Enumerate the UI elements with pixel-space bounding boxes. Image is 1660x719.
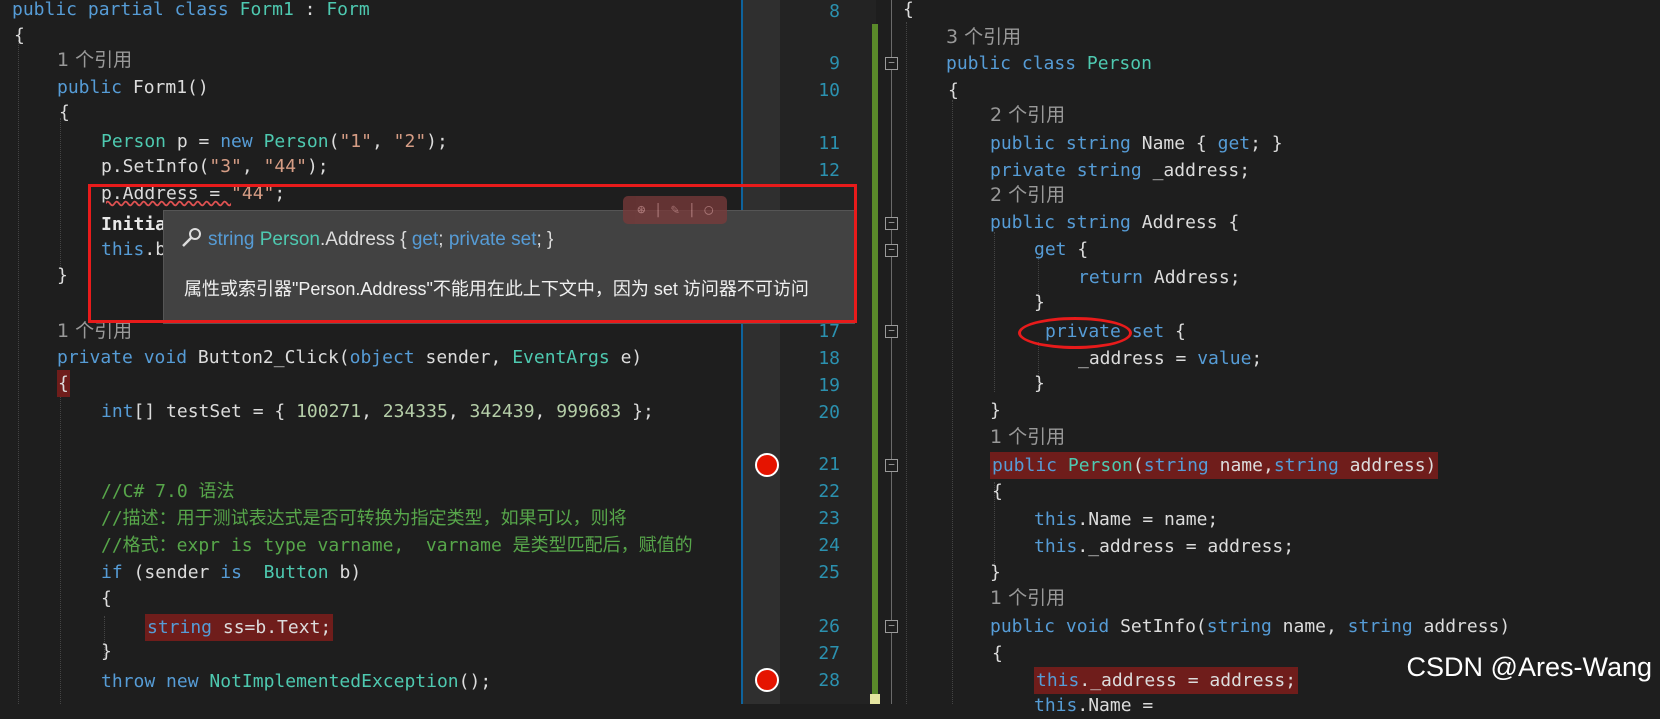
breakpoint-icon[interactable] [755, 668, 779, 692]
brace: { [14, 25, 25, 46]
indent-guide [952, 100, 953, 704]
collapse-icon[interactable]: − [885, 325, 898, 338]
watermark: CSDN @Ares-Wang [1406, 652, 1652, 682]
collapse-icon[interactable]: − [885, 620, 898, 633]
annotation-rectangle [88, 184, 857, 323]
brace: { [59, 102, 70, 123]
button-click-declaration: private void Button2_Click(object sender… [57, 347, 643, 368]
code-line-get: get { [1034, 239, 1089, 260]
outline-line [891, 0, 892, 704]
annotation-ellipse [1018, 317, 1132, 349]
line-number: 28 [818, 670, 840, 691]
brace: { [992, 481, 1003, 502]
code-line-return: return Address; [1078, 267, 1241, 288]
line-number: 18 [818, 348, 840, 369]
code-line-setinfo-decl: public void SetInfo(string name, string … [990, 616, 1511, 637]
reference-count-link[interactable]: 2 个引用 [990, 182, 1065, 209]
code-line-this-name: this.Name = name; [1034, 509, 1219, 530]
line-number: 9 [829, 53, 840, 74]
code-line-assign-value: _address = value; [1078, 348, 1263, 369]
brace: } [990, 400, 1001, 421]
code-line-setinfo: p.SetInfo("3", "44"); [101, 156, 329, 177]
reference-count-link[interactable]: 1 个引用 [990, 424, 1065, 451]
comment-line: //描述：用于测试表达式是否可转换为指定类型，如果可以，则将 [101, 508, 627, 529]
change-tracking-bar [872, 24, 878, 694]
code-line-name-prop: public string Name { get; } [990, 133, 1283, 154]
indent-guide [60, 118, 61, 268]
reference-count-link[interactable]: 3 个引用 [946, 24, 1021, 51]
line-number: 23 [818, 508, 840, 529]
brace: } [1034, 373, 1045, 394]
code-line-address-prop: public string Address { [990, 212, 1240, 233]
line-number: 21 [818, 454, 840, 475]
comment-line: //格式：expr is type varname, varname 是类型匹配… [101, 535, 693, 556]
line-number: 22 [818, 481, 840, 502]
line-number: 12 [818, 160, 840, 181]
collapse-icon[interactable]: − [885, 459, 898, 472]
line-number: 10 [818, 80, 840, 101]
line-number: 19 [818, 375, 840, 396]
line-number: 8 [829, 1, 840, 22]
class-declaration: public partial class Form1 : Form [12, 0, 370, 20]
brace: { [948, 80, 959, 101]
change-marker [870, 694, 880, 704]
indent-guide [906, 22, 907, 704]
line-number: 26 [818, 616, 840, 637]
line-number: 25 [818, 562, 840, 583]
code-line-ctor-breakpoint: public Person(string name,string address… [990, 452, 1439, 479]
brace: { [101, 588, 112, 609]
reference-count-link[interactable]: 1 个引用 [57, 47, 132, 74]
code-line-throw: throw new NotImplementedException(); [101, 671, 492, 692]
code-line-if: if (sender is Button b) [101, 562, 362, 583]
code-line-breakpoint-highlight: string ss=b.Text; [145, 614, 334, 641]
code-line-person-new: Person p = new Person("1", "2"); [101, 131, 448, 152]
code-line-this-address: this._address = address; [1034, 536, 1295, 557]
indent-guide [18, 40, 19, 704]
editor-splitter[interactable] [741, 0, 780, 704]
reference-count-link[interactable]: 1 个引用 [990, 585, 1065, 612]
reference-count-link[interactable]: 2 个引用 [990, 102, 1065, 129]
collapse-icon[interactable]: − [885, 57, 898, 70]
code-line-breakpoint-highlight: this._address = address; [1034, 667, 1299, 694]
brace: } [990, 562, 1001, 583]
line-number: 11 [818, 133, 840, 154]
comment-line: //C# 7.0 语法 [101, 481, 235, 502]
code-line-testset: int[] testSet = { 100271, 234335, 342439… [101, 401, 654, 422]
brace: { [992, 643, 1003, 664]
collapse-icon[interactable]: − [885, 244, 898, 257]
code-line-address-field: private string _address; [990, 160, 1251, 181]
indent-guide [60, 388, 61, 704]
line-number: 24 [818, 535, 840, 556]
brace: } [57, 265, 68, 286]
brace: } [101, 641, 112, 662]
brace: { [903, 0, 914, 20]
code-line-partial: this.Name = [1034, 695, 1165, 716]
indent-guide [994, 232, 995, 392]
brace: } [1034, 292, 1045, 313]
line-number: 20 [818, 402, 840, 423]
collapse-icon[interactable]: − [885, 217, 898, 230]
left-code-editor[interactable]: public partial class Form1 : Form { 1 个引… [0, 0, 741, 704]
class-declaration: public class Person [946, 53, 1152, 74]
splitter-line [741, 0, 743, 704]
line-number: 27 [818, 643, 840, 664]
brace-highlight: { [57, 370, 70, 397]
breakpoint-icon[interactable] [755, 453, 779, 477]
constructor-declaration: public Form1() [57, 77, 209, 98]
